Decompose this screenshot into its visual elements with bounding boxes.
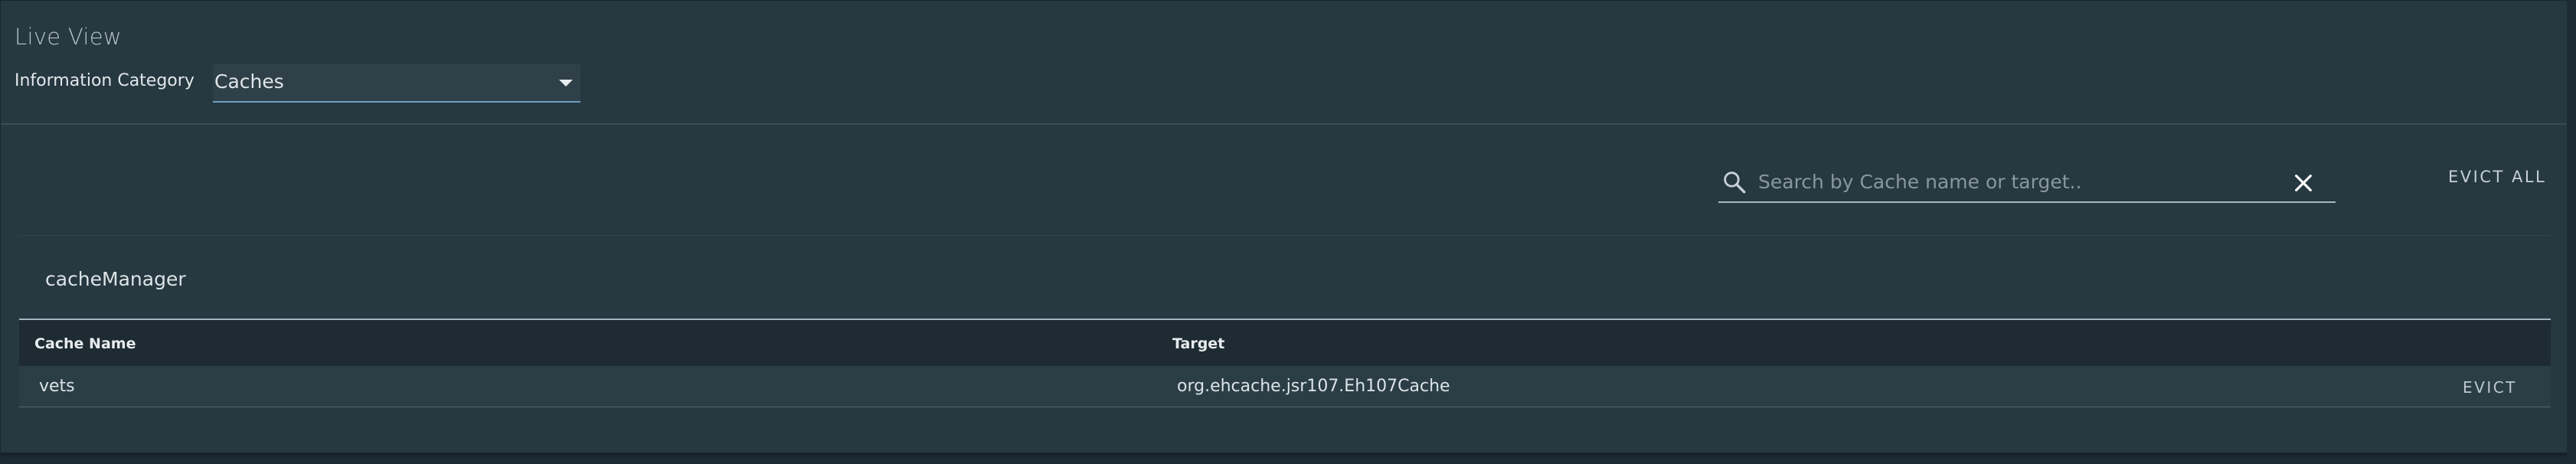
column-header-target: Target bbox=[1172, 335, 1225, 352]
search-input[interactable] bbox=[1757, 166, 2250, 197]
table-header: Cache Name Target bbox=[19, 319, 2551, 368]
target-cell: org.ehcache.jsr107.Eh107Cache bbox=[1177, 377, 1450, 396]
information-category-label: Information Category bbox=[15, 71, 195, 90]
information-category-value: Caches bbox=[214, 70, 284, 93]
search-icon bbox=[1724, 172, 1746, 194]
information-category-select[interactable]: Caches bbox=[213, 64, 580, 103]
live-view-panel: Live View Information Category Caches EV… bbox=[0, 0, 2568, 453]
close-icon[interactable] bbox=[2291, 171, 2316, 195]
column-header-cache-name: Cache Name bbox=[34, 335, 136, 352]
table-row: vets org.ehcache.jsr107.Eh107Cache EVICT bbox=[19, 366, 2551, 407]
cache-name-cell: vets bbox=[39, 377, 75, 396]
page-title: Live View bbox=[15, 24, 122, 50]
search-bar[interactable] bbox=[1718, 163, 2336, 203]
chevron-down-icon[interactable] bbox=[559, 80, 573, 87]
window-edge bbox=[2567, 0, 2576, 464]
section-divider bbox=[1, 123, 2568, 125]
cache-manager-title: cacheManager bbox=[45, 268, 186, 290]
evict-button[interactable]: EVICT bbox=[2463, 378, 2517, 397]
evict-all-button[interactable]: EVICT ALL bbox=[2448, 168, 2546, 186]
